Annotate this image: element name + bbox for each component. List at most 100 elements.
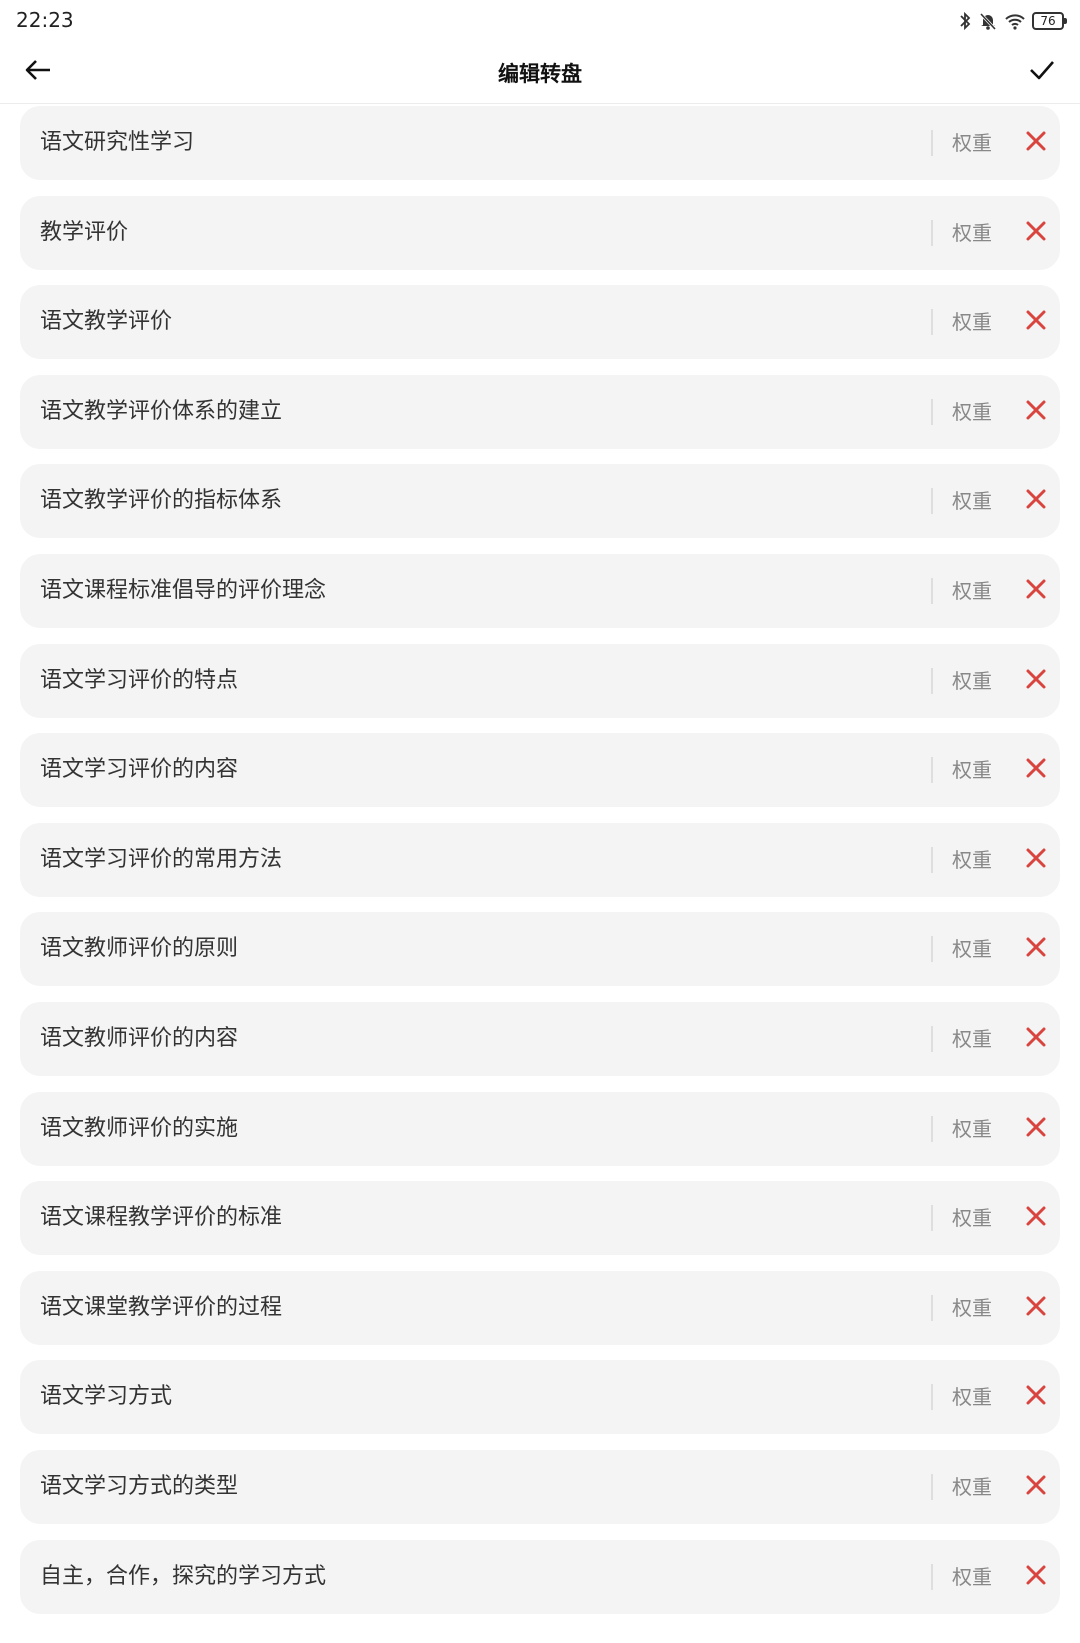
item-divider: [931, 1294, 933, 1321]
weight-button[interactable]: 权重: [952, 1450, 992, 1524]
confirm-button[interactable]: [1022, 52, 1062, 92]
item-label[interactable]: 语文课程标准倡导的评价理念: [40, 554, 326, 628]
delete-button[interactable]: [1023, 1564, 1049, 1590]
item-divider: [931, 577, 933, 604]
item-divider: [931, 488, 933, 515]
delete-button[interactable]: [1023, 1295, 1049, 1321]
item-divider: [931, 757, 933, 784]
item-divider: [931, 1115, 933, 1142]
list-item: 语文课程教学评价的标准 权重: [20, 1181, 1060, 1256]
item-divider: [931, 219, 933, 246]
status-time: 22:23: [16, 8, 74, 32]
delete-button[interactable]: [1023, 847, 1049, 873]
list-item: 语文教师评价的原则 权重: [20, 912, 1060, 987]
bluetooth-icon: [958, 11, 972, 31]
wheel-item-list: 语文研究性学习 权重 教学评价 权重 语文教学评价 权重 语文教学评价体系的建立…: [20, 106, 1060, 1629]
list-item: 语文课堂教学评价的过程 权重: [20, 1270, 1060, 1345]
delete-button[interactable]: [1023, 578, 1049, 604]
list-item: 语文研究性学习 权重: [20, 106, 1060, 180]
close-icon: [1025, 578, 1047, 604]
delete-button[interactable]: [1023, 220, 1049, 246]
weight-button[interactable]: 权重: [952, 644, 992, 718]
delete-button[interactable]: [1023, 757, 1049, 783]
delete-button[interactable]: [1023, 1384, 1049, 1410]
item-label[interactable]: 语文课堂教学评价的过程: [40, 1271, 282, 1345]
delete-button[interactable]: [1023, 309, 1049, 335]
item-label[interactable]: 语文学习方式的类型: [40, 1450, 238, 1524]
delete-button[interactable]: [1023, 1026, 1049, 1052]
item-label[interactable]: 语文学习评价的常用方法: [40, 823, 282, 897]
item-divider: [931, 1473, 933, 1500]
weight-button[interactable]: 权重: [952, 464, 992, 538]
weight-button[interactable]: 权重: [952, 823, 992, 897]
close-icon: [1025, 309, 1047, 335]
app-header: 编辑转盘: [0, 42, 1080, 104]
delete-button[interactable]: [1023, 1116, 1049, 1142]
list-item: 语文教师评价的实施 权重: [20, 1091, 1060, 1166]
list-item: 语文教师评价的内容 权重: [20, 1001, 1060, 1076]
item-divider: [931, 846, 933, 873]
item-divider: [931, 1563, 933, 1590]
weight-button[interactable]: 权重: [952, 1092, 992, 1166]
weight-button[interactable]: 权重: [952, 1540, 992, 1614]
close-icon: [1025, 1564, 1047, 1590]
status-bar: 22:23 76: [0, 0, 1080, 42]
item-label[interactable]: 语文教师评价的原则: [40, 912, 238, 986]
weight-button[interactable]: 权重: [952, 1271, 992, 1345]
checkmark-icon: [1028, 58, 1056, 86]
battery-icon: 76: [1032, 12, 1067, 30]
item-label[interactable]: 语文学习评价的内容: [40, 733, 238, 807]
item-label[interactable]: 教学评价: [40, 196, 128, 270]
close-icon: [1025, 1474, 1047, 1500]
weight-button[interactable]: 权重: [952, 106, 992, 180]
close-icon: [1025, 220, 1047, 246]
weight-button[interactable]: 权重: [952, 285, 992, 359]
item-divider: [931, 1384, 933, 1411]
list-item: 语文学习评价的特点 权重: [20, 643, 1060, 718]
close-icon: [1025, 668, 1047, 694]
close-icon: [1025, 757, 1047, 783]
close-icon: [1025, 1295, 1047, 1321]
status-icons: 76: [958, 10, 1067, 32]
delete-button[interactable]: [1023, 399, 1049, 425]
item-label[interactable]: 语文课程教学评价的标准: [40, 1181, 282, 1255]
page-title: 编辑转盘: [498, 62, 582, 86]
item-label[interactable]: 语文教学评价: [40, 285, 172, 359]
delete-button[interactable]: [1023, 488, 1049, 514]
weight-button[interactable]: 权重: [952, 1181, 992, 1255]
item-label[interactable]: 语文教师评价的实施: [40, 1092, 238, 1166]
close-icon: [1025, 1384, 1047, 1410]
list-item: 语文学习评价的内容 权重: [20, 733, 1060, 808]
close-icon: [1025, 1116, 1047, 1142]
bell-muted-icon: [978, 11, 998, 31]
weight-button[interactable]: 权重: [952, 1360, 992, 1434]
weight-button[interactable]: 权重: [952, 733, 992, 807]
close-icon: [1025, 130, 1047, 156]
list-item: 语文学习方式的类型 权重: [20, 1449, 1060, 1524]
item-label[interactable]: 语文教学评价的指标体系: [40, 464, 282, 538]
weight-button[interactable]: 权重: [952, 196, 992, 270]
list-item: 语文教学评价的指标体系 权重: [20, 464, 1060, 539]
delete-button[interactable]: [1023, 1205, 1049, 1231]
weight-button[interactable]: 权重: [952, 554, 992, 628]
list-item: 语文教学评价体系的建立 权重: [20, 374, 1060, 449]
close-icon: [1025, 488, 1047, 514]
delete-button[interactable]: [1023, 936, 1049, 962]
weight-button[interactable]: 权重: [952, 912, 992, 986]
close-icon: [1025, 1205, 1047, 1231]
item-label[interactable]: 语文研究性学习: [40, 106, 194, 180]
delete-button[interactable]: [1023, 130, 1049, 156]
delete-button[interactable]: [1023, 668, 1049, 694]
item-label[interactable]: 语文教师评价的内容: [40, 1002, 238, 1076]
item-label[interactable]: 自主，合作，探究的学习方式: [40, 1540, 326, 1614]
item-label[interactable]: 语文学习评价的特点: [40, 644, 238, 718]
weight-button[interactable]: 权重: [952, 1002, 992, 1076]
item-divider: [931, 398, 933, 425]
item-label[interactable]: 语文教学评价体系的建立: [40, 375, 282, 449]
item-label[interactable]: 语文学习方式: [40, 1360, 172, 1434]
item-divider: [931, 130, 933, 156]
item-divider: [931, 936, 933, 963]
weight-button[interactable]: 权重: [952, 375, 992, 449]
close-icon: [1025, 399, 1047, 425]
delete-button[interactable]: [1023, 1474, 1049, 1500]
